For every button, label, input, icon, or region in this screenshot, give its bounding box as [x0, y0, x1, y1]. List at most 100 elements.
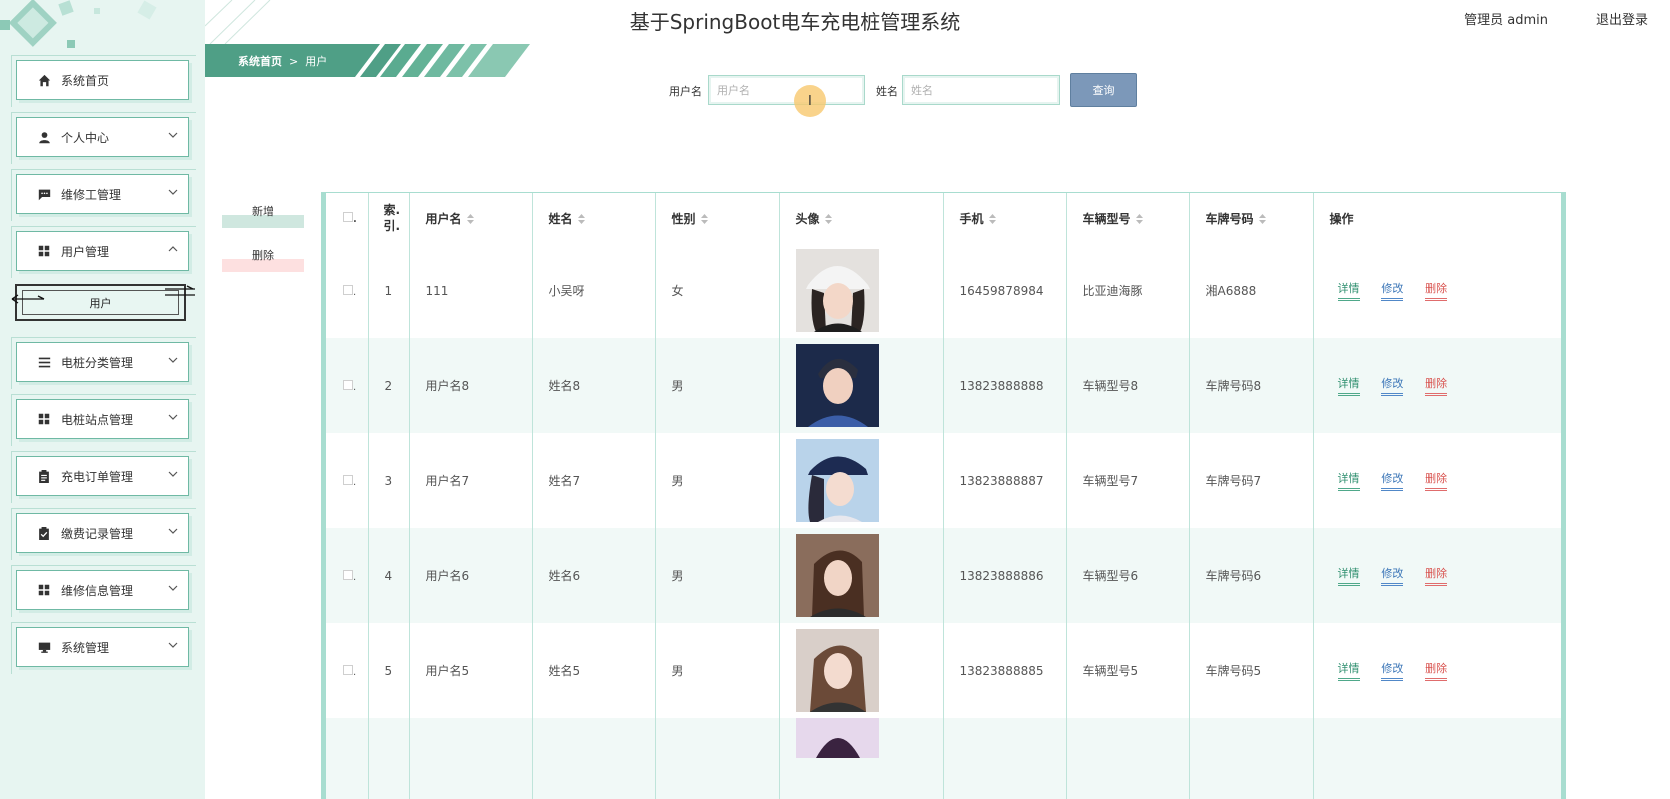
grid-icon	[37, 412, 51, 426]
search-button[interactable]: 查询	[1070, 73, 1137, 107]
select-all-checkbox[interactable]	[343, 212, 353, 222]
message-icon	[37, 187, 51, 201]
edit-link[interactable]: 修改	[1381, 280, 1404, 301]
avatar[interactable]	[795, 439, 879, 522]
row-checkbox[interactable]	[343, 664, 353, 675]
name-header[interactable]: 姓名	[532, 193, 656, 243]
avatar-header[interactable]: 头像	[779, 193, 944, 243]
sidebar-item-home[interactable]: 系统首页	[11, 55, 196, 107]
row-name: 姓名7	[532, 433, 656, 528]
monitor-icon	[37, 640, 51, 654]
row-plate: 车牌号码6	[1189, 528, 1314, 623]
avatar[interactable]	[795, 534, 879, 617]
delete-link[interactable]: 删除	[1425, 280, 1448, 301]
gender-header[interactable]: 性别	[655, 193, 780, 243]
edit-link[interactable]: 修改	[1381, 660, 1404, 681]
chevron-down-icon	[168, 585, 178, 591]
delete-link[interactable]: 删除	[1425, 565, 1448, 586]
row-checkbox[interactable]	[343, 284, 353, 295]
breadcrumb-separator: >	[289, 55, 299, 68]
row-username: 用户名6	[409, 528, 533, 623]
table-row: . 3 用户名7 姓名7 男 13823888887 车辆型号7 车牌号码7 详…	[326, 433, 1561, 528]
name-search-input[interactable]	[902, 75, 1060, 105]
delete-link[interactable]: 删除	[1425, 470, 1448, 491]
sidebar-item-label: 系统首页	[61, 73, 110, 88]
sidebar-item-user-management[interactable]: 用户管理	[11, 226, 196, 278]
sidebar-item-payment-records[interactable]: 缴费记录管理	[11, 508, 196, 560]
grid-icon	[37, 244, 51, 258]
sidebar-item-system[interactable]: 系统管理	[11, 622, 196, 674]
detail-link[interactable]: 详情	[1337, 470, 1360, 491]
plate-header[interactable]: 车牌号码	[1189, 193, 1314, 243]
home-icon	[37, 73, 51, 87]
chevron-up-icon	[168, 246, 178, 252]
row-car-model: 比亚迪海豚	[1066, 243, 1190, 338]
avatar[interactable]	[795, 718, 879, 758]
row-plate: 湘A6888	[1189, 243, 1314, 338]
avatar[interactable]	[795, 629, 879, 712]
breadcrumb-home[interactable]: 系统首页	[238, 55, 282, 68]
chevron-down-icon	[168, 414, 178, 420]
row-gender: 女	[655, 243, 780, 338]
logout-link[interactable]: 退出登录	[1596, 9, 1648, 28]
sidebar-item-pile-station[interactable]: 电桩站点管理	[11, 394, 196, 446]
sidebar-item-label: 维修工管理	[61, 187, 122, 202]
table-row	[326, 718, 1561, 799]
sidebar-item-label: 电桩分类管理	[61, 355, 134, 370]
sidebar-item-pile-category[interactable]: 电桩分类管理	[11, 337, 196, 389]
row-username: 用户名7	[409, 433, 533, 528]
sort-icon	[577, 214, 585, 224]
row-gender: 男	[655, 338, 780, 433]
row-username: 111	[409, 243, 533, 338]
edit-link[interactable]: 修改	[1381, 470, 1404, 491]
avatar[interactable]	[795, 249, 879, 332]
row-gender: 男	[655, 623, 780, 718]
grid-icon	[37, 583, 51, 597]
delete-link[interactable]: 删除	[1425, 375, 1448, 396]
clipboard-check-icon	[37, 526, 51, 540]
delete-button[interactable]: 删除	[222, 244, 304, 272]
username-header-label: 用户名	[425, 211, 462, 226]
edit-link[interactable]: 修改	[1381, 375, 1404, 396]
row-name: 姓名5	[532, 623, 656, 718]
phone-header[interactable]: 手机	[943, 193, 1067, 243]
detail-link[interactable]: 详情	[1337, 375, 1360, 396]
username-search-input[interactable]	[708, 75, 865, 105]
index-header: 索. 引.	[368, 193, 410, 243]
row-car-model: 车辆型号8	[1066, 338, 1190, 433]
edit-link[interactable]: 修改	[1381, 565, 1404, 586]
name-label: 姓名	[876, 85, 898, 98]
car-model-header[interactable]: 车辆型号	[1066, 193, 1190, 243]
row-index: 2	[368, 338, 410, 433]
arrow-right-left-icon	[165, 285, 195, 296]
row-index: 4	[368, 528, 410, 623]
detail-link[interactable]: 详情	[1337, 280, 1360, 301]
username-label: 用户名	[669, 85, 702, 98]
row-name: 姓名6	[532, 528, 656, 623]
page-title: 基于SpringBoot电车充电桩管理系统	[629, 10, 961, 34]
sidebar-item-charging-orders[interactable]: 充电订单管理	[11, 451, 196, 503]
row-name: 姓名8	[532, 338, 656, 433]
avatar[interactable]	[795, 344, 879, 427]
add-button[interactable]: 新增	[222, 200, 304, 228]
delete-button-label: 删除	[252, 249, 274, 262]
row-phone: 13823888888	[943, 338, 1067, 433]
gender-header-label: 性别	[671, 211, 696, 226]
sidebar-item-repair-info[interactable]: 维修信息管理	[11, 565, 196, 617]
detail-link[interactable]: 详情	[1337, 660, 1360, 681]
delete-link[interactable]: 删除	[1425, 660, 1448, 681]
breadcrumb-text: 系统首页 > 用户	[238, 53, 327, 69]
row-checkbox[interactable]	[343, 569, 353, 580]
username-header[interactable]: 用户名	[409, 193, 533, 243]
detail-link[interactable]: 详情	[1337, 565, 1360, 586]
sidebar-item-label: 充电订单管理	[61, 469, 134, 484]
sidebar-item-personal-center[interactable]: 个人中心	[11, 112, 196, 164]
row-checkbox[interactable]	[343, 474, 353, 485]
row-checkbox[interactable]	[343, 379, 353, 390]
list-icon	[37, 355, 51, 369]
sidebar-item-repairman[interactable]: 维修工管理	[11, 169, 196, 221]
row-ops: 详情 修改 删除	[1313, 433, 1561, 528]
clipboard-icon	[37, 469, 51, 483]
sort-icon	[988, 214, 996, 224]
chevron-down-icon	[168, 357, 178, 363]
